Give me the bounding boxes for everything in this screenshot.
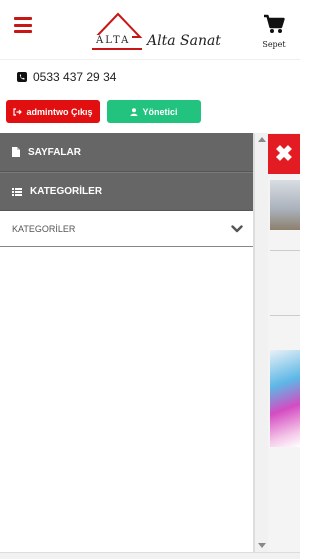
shopping-cart-icon [264,14,285,33]
phone-number: 0533 437 29 34 [33,70,117,84]
scroll-down-arrow-icon[interactable] [258,543,266,548]
menu-item-categories-label: KATEGORİLER [30,186,103,197]
menu-toggle-icon[interactable] [14,17,32,33]
divider [270,315,300,316]
cart-button[interactable]: Sepet [259,14,289,49]
phone-icon [17,72,27,82]
horizontal-scrollbar[interactable] [0,552,300,559]
scroll-up-arrow-icon[interactable] [258,137,266,142]
menu-scrollbar[interactable] [254,133,268,552]
menu-item-pages-label: SAYFALAR [28,146,81,158]
contact-phone[interactable]: 0533 437 29 34 [17,70,116,84]
categories-dropdown-label: KATEGORİLER [12,223,76,234]
admin-button[interactable]: Yönetici [107,100,201,123]
logo-underline [92,48,142,50]
categories-dropdown[interactable]: KATEGORİLER [0,211,253,247]
content-thumbnail [270,180,300,230]
sign-out-icon [13,107,23,116]
content-thumbnail [270,350,300,447]
cart-label: Sepet [262,40,286,49]
logo-script-text: Alta Sanat [147,33,221,49]
close-menu-button[interactable]: ✖ [268,134,300,174]
user-icon [130,107,138,116]
logo-text: ALTA [94,35,133,46]
page: ALTA Alta Sanat Sepet 0533 437 29 34 adm… [0,0,300,559]
logout-label: admintwo Çıkış [26,106,93,117]
file-icon [12,147,20,157]
chevron-down-icon [231,224,243,232]
close-icon: ✖ [274,141,294,166]
logout-button[interactable]: admintwo Çıkış [6,100,100,123]
menu-item-pages[interactable]: SAYFALAR [0,133,253,172]
side-menu: SAYFALAR KATEGORİLER KATEGORİLER [0,133,254,559]
admin-label: Yönetici [142,106,178,117]
site-header: ALTA Alta Sanat Sepet [0,0,300,60]
menu-item-categories[interactable]: KATEGORİLER [0,172,253,211]
site-logo[interactable]: ALTA Alta Sanat [90,12,221,54]
list-icon [12,187,22,196]
divider [270,250,300,251]
